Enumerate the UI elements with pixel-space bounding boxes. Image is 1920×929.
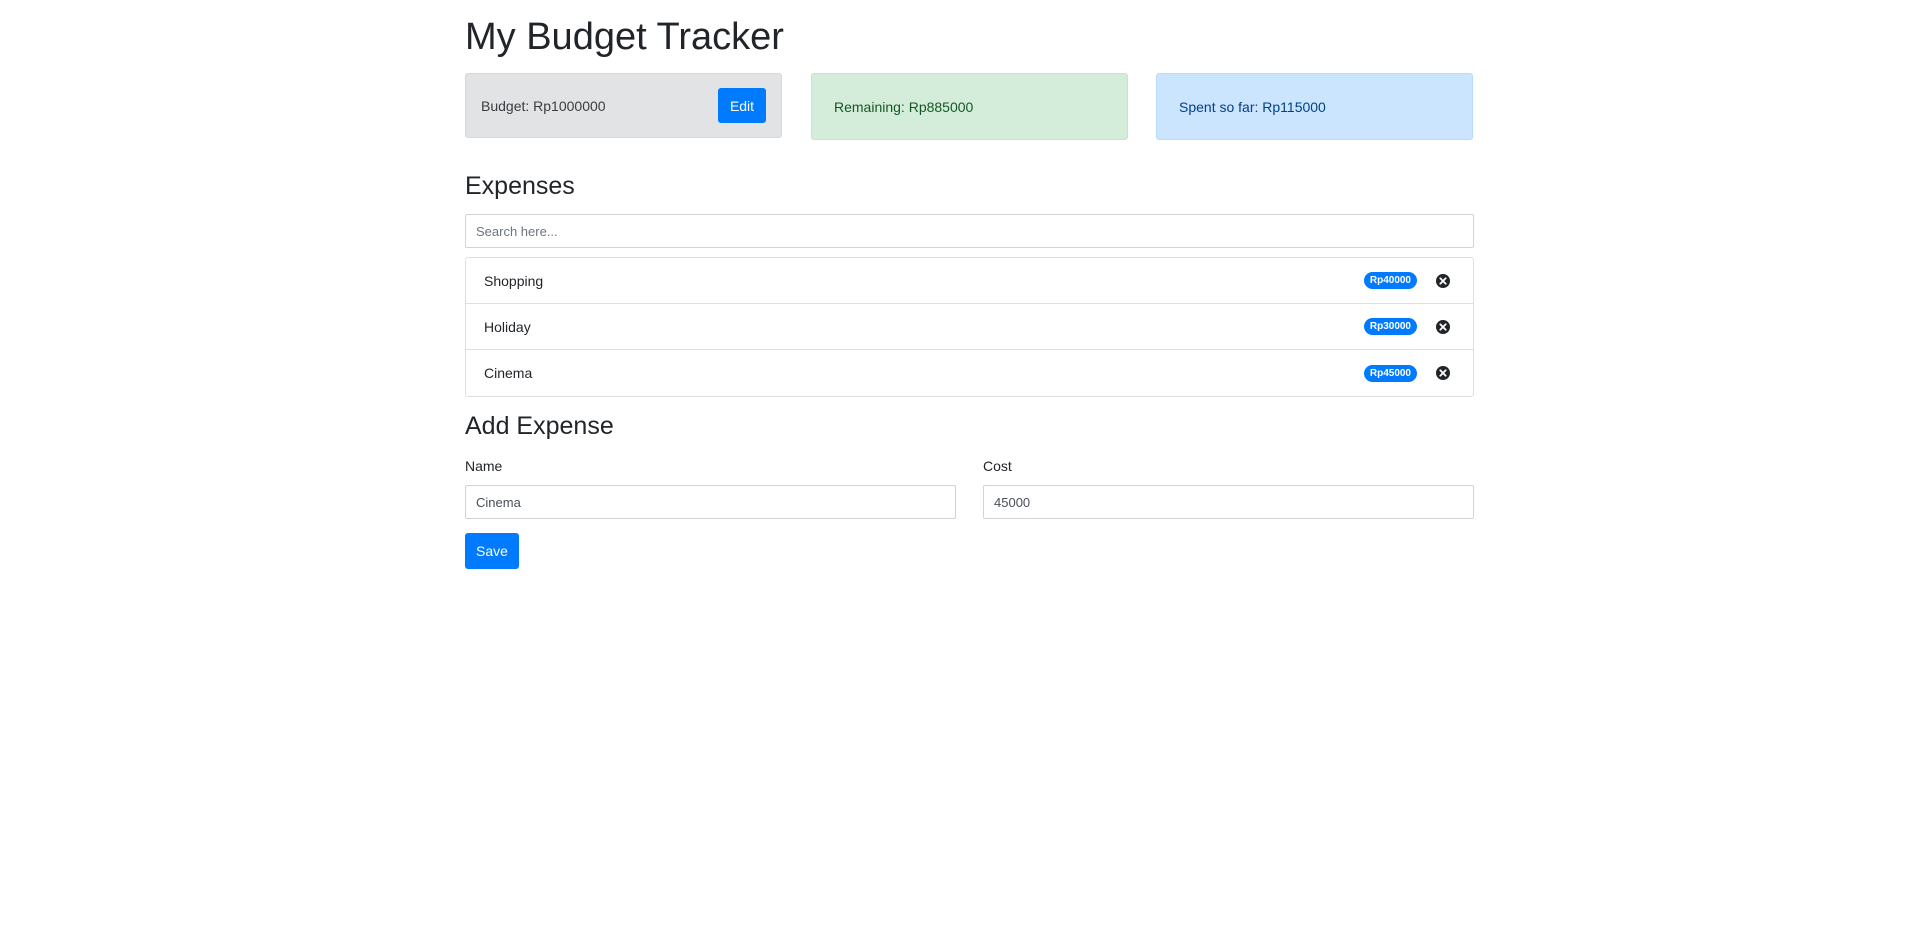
- cost-label: Cost: [983, 458, 1012, 474]
- close-circle-icon[interactable]: [1435, 319, 1451, 335]
- expense-list: Shopping Rp40000 Holiday Rp30000 Cinema …: [465, 257, 1474, 397]
- add-expense-heading: Add Expense: [465, 412, 614, 440]
- page-title: My Budget Tracker: [465, 16, 784, 58]
- expense-name: Cinema: [484, 365, 533, 381]
- list-item-cinema: Cinema Rp45000: [466, 350, 1473, 396]
- expenses-heading: Expenses: [465, 172, 575, 200]
- expense-cost-badge: Rp40000: [1363, 272, 1417, 289]
- close-circle-icon[interactable]: [1435, 273, 1451, 289]
- spent-text: Spent so far: Rp115000: [1179, 98, 1326, 115]
- budget-card: Budget: Rp1000000 Edit: [465, 73, 782, 138]
- spent-card: Spent so far: Rp115000: [1156, 73, 1473, 140]
- budget-text: Budget: Rp1000000: [481, 97, 606, 114]
- expense-cost-badge: Rp45000: [1363, 364, 1417, 382]
- name-field[interactable]: [465, 485, 956, 519]
- cost-field[interactable]: [983, 485, 1474, 519]
- close-circle-icon[interactable]: [1435, 365, 1451, 381]
- search-input[interactable]: [465, 214, 1474, 248]
- name-label: Name: [465, 458, 503, 474]
- list-item-holiday: Holiday Rp30000: [466, 304, 1473, 350]
- remaining-card: Remaining: Rp885000: [811, 73, 1128, 140]
- remaining-text: Remaining: Rp885000: [834, 98, 974, 115]
- edit-budget-button[interactable]: Edit: [718, 88, 766, 123]
- expense-name: Holiday: [484, 318, 531, 335]
- expense-cost-badge: Rp30000: [1363, 318, 1417, 335]
- expense-name: Shopping: [484, 272, 544, 289]
- summary-cards: Budget: Rp1000000 Edit Remaining: Rp8850…: [465, 73, 1474, 140]
- save-button[interactable]: Save: [465, 533, 519, 569]
- list-item-shopping: Shopping Rp40000: [466, 258, 1473, 304]
